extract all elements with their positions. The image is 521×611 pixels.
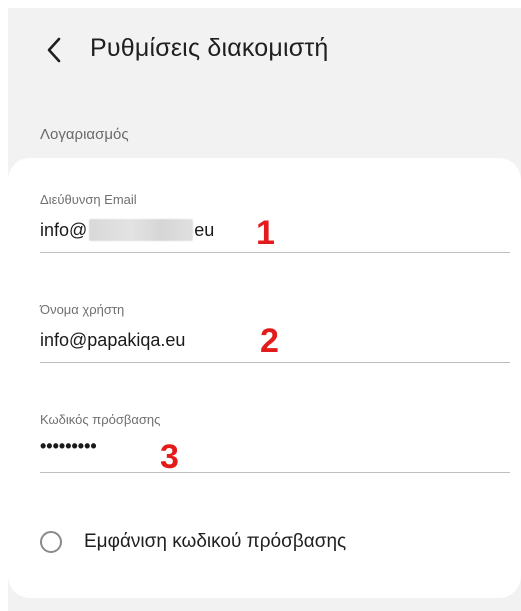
server-settings-screen: Ρυθμίσεις διακομιστή Λογαριασμός Διεύθυν…	[8, 8, 521, 611]
password-field-label: Κωδικός πρόσβασης	[40, 412, 161, 427]
app-header: Ρυθμίσεις διακομιστή	[8, 8, 521, 92]
email-field[interactable]: Διεύθυνση Email info@ eu	[40, 192, 510, 268]
email-value-prefix: info@	[40, 219, 88, 240]
email-field-underline	[40, 252, 510, 253]
redacted-blur	[89, 219, 194, 241]
email-value-suffix: eu	[194, 219, 215, 240]
account-card: Διεύθυνση Email info@ eu 1 Όνομα χρήστη …	[8, 158, 521, 598]
username-field-value[interactable]: info@papakiqa.eu	[40, 326, 185, 354]
email-field-label: Διεύθυνση Email	[40, 192, 137, 207]
show-password-label: Εμφάνιση κωδικού πρόσβασης	[84, 531, 347, 552]
chevron-left-icon	[47, 37, 61, 63]
annotation-number-2: 2	[260, 322, 279, 360]
password-field-value[interactable]: •••••••••	[40, 432, 97, 460]
email-field-value[interactable]: info@ eu	[40, 216, 214, 244]
password-field-underline	[40, 472, 510, 473]
annotation-number-1: 1	[256, 214, 275, 252]
page-title: Ρυθμίσεις διακομιστή	[90, 34, 329, 62]
back-button[interactable]	[36, 32, 72, 68]
annotation-number-3: 3	[160, 438, 179, 476]
username-field-underline	[40, 362, 510, 363]
password-field[interactable]: Κωδικός πρόσβασης •••••••••	[40, 412, 510, 488]
username-field-label: Όνομα χρήστη	[40, 302, 125, 317]
show-password-radio[interactable]	[40, 531, 62, 553]
show-password-option[interactable]: Εμφάνιση κωδικού πρόσβασης	[40, 524, 346, 560]
section-label-account: Λογαριασμός	[40, 126, 129, 143]
